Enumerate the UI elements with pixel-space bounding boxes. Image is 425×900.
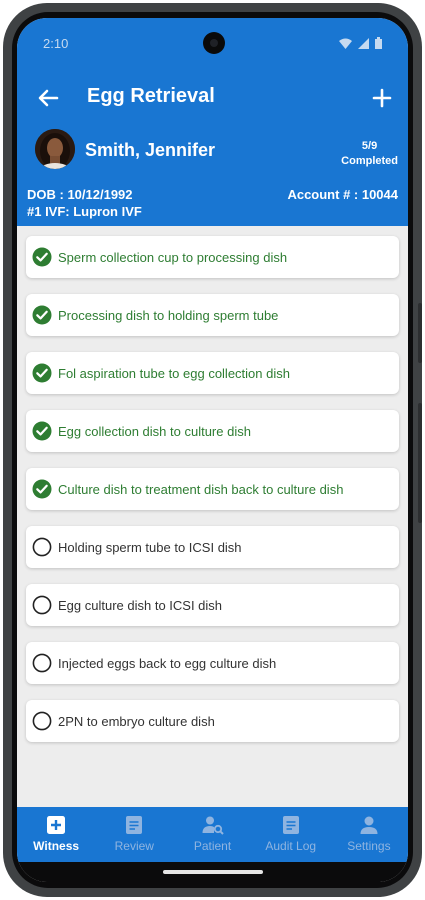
status-time: 2:10 [43,36,69,51]
nav-patient[interactable]: Patient [173,807,251,862]
battery-icon [375,37,382,49]
phone-bezel: 2:10 Egg Retrieval Smith, Jennifer 5/9 C… [12,12,413,888]
nav-label: Patient [193,839,232,853]
checklist-item[interactable]: Egg culture dish to ICSI dish [26,584,399,626]
power-button [418,303,422,363]
nav-witness[interactable]: Witness [17,807,95,862]
page-title: Egg Retrieval [87,85,215,107]
check-circle-icon [32,363,52,383]
checklist-item-label: Processing dish to holding sperm tube [58,308,279,323]
checklist-item-label: 2PN to embryo culture dish [58,714,215,729]
arrow-left-icon [38,89,59,107]
patient-dob: DOB : 10/12/1992 [27,187,133,202]
back-button[interactable] [33,84,63,112]
front-camera [203,32,225,54]
wifi-icon [339,38,352,49]
checklist-item-label: Sperm collection cup to processing dish [58,250,288,265]
check-circle-icon [32,479,52,499]
check-circle-icon [32,421,52,441]
bottom-navigation: Witness Review Patient Audit Log Setting… [17,807,408,862]
patient-avatar [35,129,75,169]
completion-label: Completed [341,155,398,167]
gesture-area [17,862,408,882]
patient-photo [35,129,75,169]
checklist-item[interactable]: Processing dish to holding sperm tube [26,294,399,336]
checklist-item-label: Holding sperm tube to ICSI dish [58,540,242,555]
person-search-icon [202,816,224,835]
checklist-item-label: Egg culture dish to ICSI dish [58,598,223,613]
completion-count: 5/9 [361,140,378,152]
completion-status: 5/9 Completed [341,139,398,169]
app-screen: 2:10 Egg Retrieval Smith, Jennifer 5/9 C… [17,18,408,882]
checklist-item-label: Culture dish to treatment dish back to c… [58,482,344,497]
checklist-item[interactable]: Holding sperm tube to ICSI dish [26,526,399,568]
document-icon [282,816,299,834]
checklist-item-label: Egg collection dish to culture dish [58,424,251,439]
checklist-item[interactable]: Injected eggs back to egg culture dish [26,642,399,684]
nav-label: Audit Log [265,839,317,853]
checklist-item-label: Injected eggs back to egg culture dish [58,656,277,671]
nav-settings[interactable]: Settings [330,807,408,862]
nav-review[interactable]: Review [95,807,173,862]
checklist-item-label: Fol aspiration tube to egg collection di… [58,366,290,381]
nav-label: Settings [347,839,391,853]
signal-icon [358,37,369,49]
phone-frame: 2:10 Egg Retrieval Smith, Jennifer 5/9 C… [3,3,422,897]
checklist-item[interactable]: 2PN to embryo culture dish [26,700,399,742]
document-icon [126,816,143,834]
empty-circle-icon [32,711,52,731]
checklist-item[interactable]: Sperm collection cup to processing dish [26,236,399,278]
app-header: 2:10 Egg Retrieval Smith, Jennifer 5/9 C… [17,18,408,226]
checklist-item[interactable]: Fol aspiration tube to egg collection di… [26,352,399,394]
nav-label: Review [114,839,154,853]
status-icons [339,37,382,49]
checklist-item[interactable]: Egg collection dish to culture dish [26,410,399,452]
patient-account: Account # : 10044 [287,187,398,202]
check-circle-icon [32,247,52,267]
patient-name: Smith, Jennifer [85,140,216,160]
empty-circle-icon [32,595,52,615]
person-icon [360,816,378,834]
volume-button [418,403,422,523]
nav-label: Witness [33,839,80,853]
empty-circle-icon [32,653,52,673]
empty-circle-icon [32,537,52,557]
plus-square-icon [47,816,66,834]
checklist-item[interactable]: Culture dish to treatment dish back to c… [26,468,399,510]
patient-cycle: #1 IVF: Lupron IVF [27,204,142,219]
check-circle-icon [32,305,52,325]
plus-icon [372,88,392,108]
witness-checklist: Sperm collection cup to processing dish … [26,236,399,758]
nav-audit-log[interactable]: Audit Log [252,807,330,862]
home-indicator[interactable] [163,870,263,874]
add-button[interactable] [368,84,396,112]
